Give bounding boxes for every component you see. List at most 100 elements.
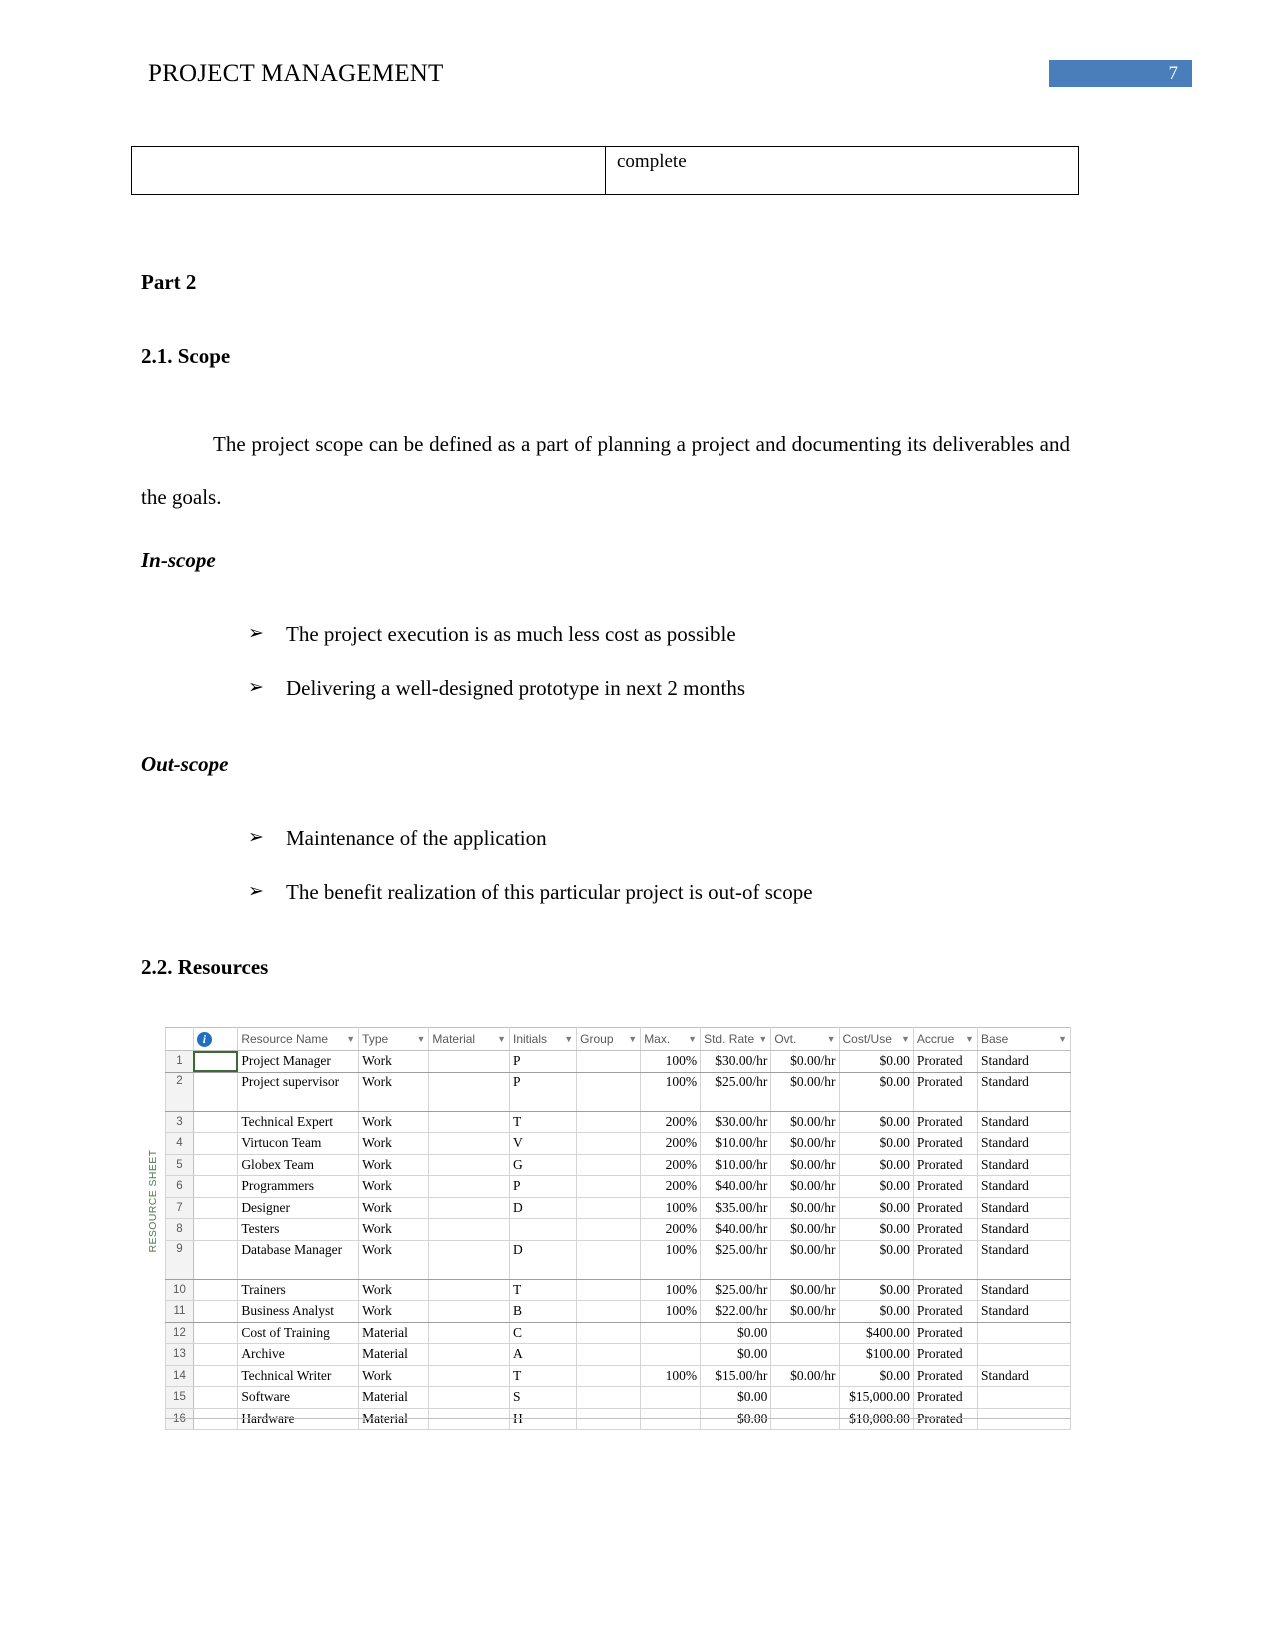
- cell-initials[interactable]: D: [508, 1239, 578, 1280]
- cell-base[interactable]: Standard: [976, 1300, 1072, 1323]
- row-number[interactable]: 9: [165, 1239, 194, 1280]
- cell-type[interactable]: Work: [358, 1110, 430, 1133]
- cell-type[interactable]: Material: [358, 1386, 430, 1409]
- cell-base[interactable]: [976, 1386, 1072, 1409]
- cell-accrue[interactable]: Prorated: [912, 1300, 978, 1323]
- cell-cost-use[interactable]: $0.00: [838, 1218, 914, 1241]
- cell-cost-use[interactable]: $0.00: [838, 1300, 914, 1323]
- cell-accrue[interactable]: Prorated: [912, 1278, 978, 1301]
- indicator-cell[interactable]: [192, 1300, 239, 1323]
- cell-cost-use[interactable]: $0.00: [838, 1175, 914, 1198]
- cell-group[interactable]: [576, 1132, 642, 1155]
- indicator-cell[interactable]: [192, 1239, 239, 1280]
- cell-cost-use[interactable]: $400.00: [838, 1321, 914, 1344]
- row-number[interactable]: 2: [165, 1071, 194, 1112]
- cell-max[interactable]: [640, 1343, 702, 1366]
- filter-dropdown-icon[interactable]: ▼: [414, 1034, 426, 1044]
- cell-std-rate[interactable]: $10.00/hr: [700, 1132, 772, 1155]
- cell-ovt[interactable]: $0.00/hr: [770, 1110, 840, 1133]
- cell-cost-use[interactable]: $0.00: [838, 1364, 914, 1387]
- row-number[interactable]: 8: [165, 1218, 194, 1241]
- table-row[interactable]: 6 Programmers Work P 200% $40.00/hr $0.00/hr $0…: [165, 1175, 1072, 1198]
- cell-accrue[interactable]: Prorated: [912, 1071, 978, 1112]
- cell-initials[interactable]: T: [508, 1364, 578, 1387]
- cell-initials[interactable]: P: [508, 1175, 578, 1198]
- cell-base[interactable]: [976, 1321, 1072, 1344]
- cell-base[interactable]: Standard: [976, 1050, 1072, 1073]
- cell-max[interactable]: 200%: [640, 1218, 702, 1241]
- indicator-cell[interactable]: [192, 1110, 239, 1133]
- column-header-accrue[interactable]: Accrue ▼: [912, 1027, 978, 1051]
- indicator-cell[interactable]: [192, 1132, 239, 1155]
- cell-accrue[interactable]: Prorated: [912, 1343, 978, 1366]
- cell-group[interactable]: [576, 1239, 642, 1280]
- row-number[interactable]: 15: [165, 1386, 194, 1409]
- cell-cost-use[interactable]: $0.00: [838, 1278, 914, 1301]
- cell-cost-use[interactable]: $0.00: [838, 1050, 914, 1073]
- table-row[interactable]: 15 Software Material S $0.00 $15,000.00 Prorat…: [165, 1386, 1072, 1409]
- cell-base[interactable]: Standard: [976, 1364, 1072, 1387]
- cell-std-rate[interactable]: $0.00: [700, 1343, 772, 1366]
- cell-cost-use[interactable]: $0.00: [838, 1239, 914, 1280]
- cell-cost-use[interactable]: $15,000.00: [838, 1386, 914, 1409]
- cell-cost-use[interactable]: $0.00: [838, 1153, 914, 1176]
- cell-ovt[interactable]: [770, 1343, 840, 1366]
- cell-initials[interactable]: D: [508, 1196, 578, 1219]
- indicator-cell[interactable]: [192, 1278, 239, 1301]
- cell-ovt[interactable]: $0.00/hr: [770, 1364, 840, 1387]
- cell-material[interactable]: [428, 1321, 510, 1344]
- indicator-cell[interactable]: [192, 1153, 239, 1176]
- cell-resource-name[interactable]: Virtucon Team: [237, 1132, 360, 1155]
- table-row[interactable]: 7 Designer Work D 100% $35.00/hr $0.00/hr $0.00…: [165, 1196, 1072, 1219]
- cell-initials[interactable]: T: [508, 1278, 578, 1301]
- cell-material[interactable]: [428, 1343, 510, 1366]
- cell-accrue[interactable]: Prorated: [912, 1132, 978, 1155]
- cell-max[interactable]: [640, 1321, 702, 1344]
- cell-ovt[interactable]: $0.00/hr: [770, 1196, 840, 1219]
- row-number[interactable]: 6: [165, 1175, 194, 1198]
- cell-initials[interactable]: S: [508, 1386, 578, 1409]
- cell-type[interactable]: Work: [358, 1132, 430, 1155]
- cell-initials[interactable]: A: [508, 1343, 578, 1366]
- cell-group[interactable]: [576, 1300, 642, 1323]
- table-row[interactable]: 2 Project supervisor Work P 100% $25.00/hr $0.…: [165, 1071, 1072, 1112]
- cell-resource-name[interactable]: Globex Team: [237, 1153, 360, 1176]
- cell-type[interactable]: Work: [358, 1175, 430, 1198]
- cell-ovt[interactable]: [770, 1386, 840, 1409]
- filter-dropdown-icon[interactable]: ▼: [898, 1034, 910, 1044]
- column-header-max[interactable]: Max. ▼: [640, 1027, 702, 1051]
- column-header-material[interactable]: Material ▼: [428, 1027, 510, 1051]
- cell-std-rate[interactable]: $40.00/hr: [700, 1218, 772, 1241]
- indicator-cell[interactable]: [192, 1218, 239, 1241]
- cell-initials[interactable]: P: [508, 1050, 578, 1073]
- cell-accrue[interactable]: Prorated: [912, 1364, 978, 1387]
- cell-type[interactable]: Work: [358, 1196, 430, 1219]
- cell-resource-name[interactable]: Software: [237, 1386, 360, 1409]
- indicator-cell[interactable]: [192, 1071, 239, 1112]
- cell-accrue[interactable]: Prorated: [912, 1050, 978, 1073]
- cell-ovt[interactable]: [770, 1321, 840, 1344]
- cell-base[interactable]: Standard: [976, 1153, 1072, 1176]
- cell-base[interactable]: Standard: [976, 1218, 1072, 1241]
- table-row[interactable]: 8 Testers Work 200% $40.00/hr $0.00/hr $0.00 Pr…: [165, 1218, 1072, 1241]
- cell-group[interactable]: [576, 1364, 642, 1387]
- cell-group[interactable]: [576, 1278, 642, 1301]
- cell-max[interactable]: 100%: [640, 1050, 702, 1073]
- table-row[interactable]: 12 Cost of Training Material C $0.00 $400.00 P…: [165, 1321, 1072, 1344]
- cell-group[interactable]: [576, 1343, 642, 1366]
- cell-max[interactable]: 100%: [640, 1196, 702, 1219]
- table-row[interactable]: 10 Trainers Work T 100% $25.00/hr $0.00/hr $0.0…: [165, 1278, 1072, 1301]
- cell-material[interactable]: [428, 1110, 510, 1133]
- cell-material[interactable]: [428, 1218, 510, 1241]
- cell-max[interactable]: 200%: [640, 1175, 702, 1198]
- cell-std-rate[interactable]: $10.00/hr: [700, 1153, 772, 1176]
- cell-ovt[interactable]: $0.00/hr: [770, 1050, 840, 1073]
- cell-ovt[interactable]: $0.00/hr: [770, 1239, 840, 1280]
- cell-resource-name[interactable]: Programmers: [237, 1175, 360, 1198]
- resource-sheet-table[interactable]: i Resource Name ▼ Type ▼ Material ▼ Init…: [165, 1027, 1072, 1430]
- cell-material[interactable]: [428, 1175, 510, 1198]
- cell-std-rate[interactable]: $15.00/hr: [700, 1364, 772, 1387]
- cell-std-rate[interactable]: $25.00/hr: [700, 1239, 772, 1280]
- cell-base[interactable]: Standard: [976, 1196, 1072, 1219]
- cell-material[interactable]: [428, 1071, 510, 1112]
